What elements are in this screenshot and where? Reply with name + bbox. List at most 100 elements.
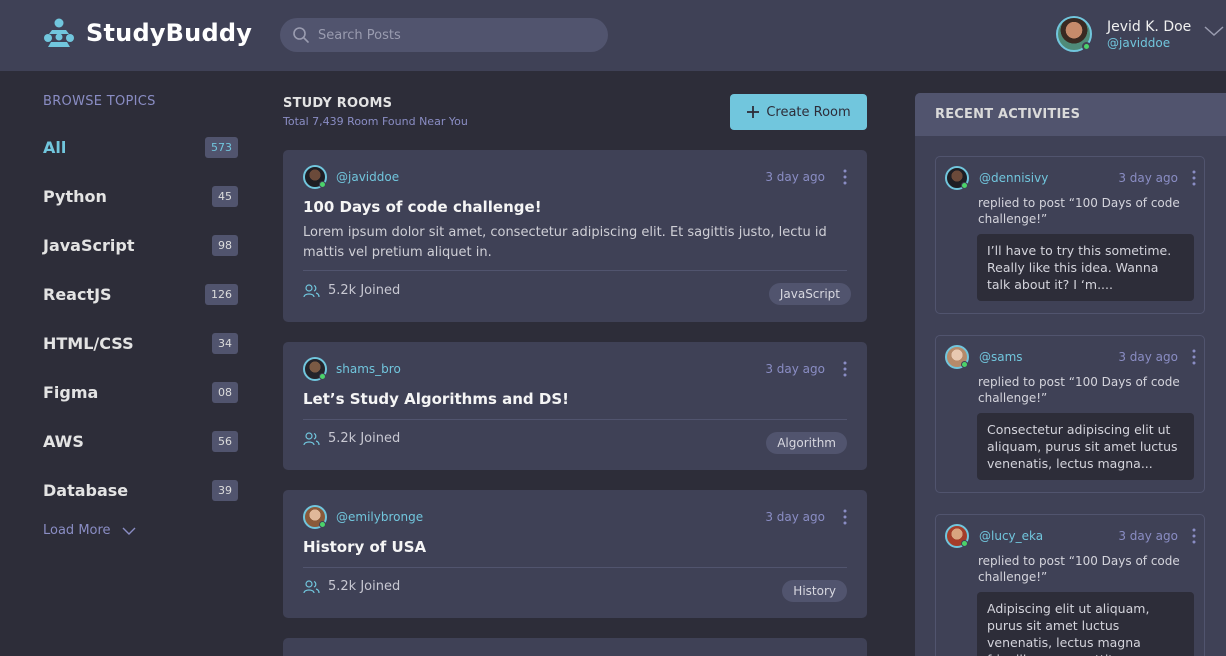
topic-item-html-css[interactable]: HTML/CSS 34 [43, 319, 238, 368]
more-options-icon[interactable] [843, 361, 847, 377]
online-status-icon [319, 521, 326, 528]
topic-item-figma[interactable]: Figma 08 [43, 368, 238, 417]
online-status-icon [961, 182, 968, 189]
user-menu[interactable]: Jevid K. Doe @javiddoe [1056, 16, 1225, 52]
avatar[interactable] [945, 345, 969, 369]
topic-list: All 573 Python 45 JavaScript 98 ReactJS … [43, 123, 238, 515]
avatar[interactable] [945, 166, 969, 190]
avatar[interactable] [303, 357, 327, 381]
room-title-link[interactable]: History of USA [303, 538, 426, 556]
activity-quote: Consectetur adipiscing elit ut aliquam, … [977, 413, 1194, 480]
avatar[interactable] [945, 524, 969, 548]
activity-timestamp: 3 day ago [1118, 529, 1178, 543]
topic-item-database[interactable]: Database 39 [43, 466, 238, 515]
activity-timestamp: 3 day ago [1118, 350, 1178, 364]
logo-icon [44, 18, 74, 47]
topic-tag[interactable]: JavaScript [768, 283, 851, 305]
top-header: StudyBuddy Jevid K. Doe @javiddoe [0, 0, 1226, 71]
activity-user-link[interactable]: @sams [979, 350, 1023, 364]
online-status-icon [319, 181, 326, 188]
divider [303, 567, 847, 568]
more-options-icon[interactable] [843, 509, 847, 525]
users-icon [303, 283, 320, 297]
room-host-link[interactable]: @javiddoe [336, 170, 399, 184]
topic-label: HTML/CSS [43, 334, 134, 353]
avatar[interactable] [303, 505, 327, 529]
joined-count: 5.2k Joined [328, 579, 401, 594]
room-card[interactable]: @javiddoe 3 day ago 100 Days of code cha… [283, 150, 867, 322]
room-header: @javiddoe 3 day ago [303, 165, 847, 189]
rooms-header: STUDY ROOMS Total 7,439 Room Found Near … [283, 94, 867, 130]
topic-count-badge: 56 [212, 431, 238, 452]
topic-count-badge: 98 [212, 235, 238, 256]
topic-tag[interactable]: Algorithm [766, 432, 847, 454]
room-card[interactable] [283, 638, 867, 656]
activity-text: replied to post “100 Days of code challe… [978, 196, 1180, 226]
room-host-link[interactable]: @emilybronge [336, 510, 423, 524]
activity-user-link[interactable]: @dennisivy [979, 171, 1048, 185]
avatar [1056, 16, 1092, 52]
create-room-button[interactable]: Create Room [730, 94, 867, 130]
more-options-icon[interactable] [1192, 528, 1196, 544]
chevron-down-icon[interactable] [1203, 24, 1225, 38]
topics-sidebar: BROWSE TOPICS All 573 Python 45 JavaScri… [43, 94, 238, 538]
online-status-icon [961, 361, 968, 368]
room-card[interactable]: shams_bro 3 day ago Let’s Study Algorith… [283, 342, 867, 470]
activity-header: @sams 3 day ago [945, 345, 1196, 369]
topic-count-badge: 45 [212, 186, 238, 207]
load-more-button[interactable]: Load More [43, 523, 238, 538]
app-name: StudyBuddy [86, 19, 253, 47]
chevron-down-icon [122, 527, 136, 535]
joined-count: 5.2k Joined [328, 283, 401, 298]
room-title-link[interactable]: 100 Days of code challenge! [303, 198, 542, 216]
topic-label: JavaScript [43, 236, 135, 255]
more-options-icon[interactable] [1192, 349, 1196, 365]
topic-item-reactjs[interactable]: ReactJS 126 [43, 270, 238, 319]
plus-icon [747, 106, 760, 118]
more-options-icon[interactable] [843, 169, 847, 185]
search-bar[interactable] [280, 18, 608, 52]
online-status-icon [961, 540, 968, 547]
topic-count-badge: 126 [205, 284, 238, 305]
room-description: Lorem ipsum dolor sit amet, consectetur … [303, 225, 827, 260]
room-timestamp: 3 day ago [765, 362, 825, 376]
room-timestamp: 3 day ago [765, 170, 825, 184]
topic-item-aws[interactable]: AWS 56 [43, 417, 238, 466]
search-icon [293, 27, 309, 43]
avatar[interactable] [303, 165, 327, 189]
sidebar-title: BROWSE TOPICS [43, 94, 156, 109]
online-status-icon [319, 373, 326, 380]
room-host-link[interactable]: shams_bro [336, 362, 401, 376]
room-timestamp: 3 day ago [765, 510, 825, 524]
room-participants: 5.2k Joined [303, 579, 400, 594]
room-participants: 5.2k Joined [303, 283, 400, 298]
activity-item: @sams 3 day ago replied to post “100 Day… [935, 335, 1205, 493]
users-icon [303, 431, 320, 445]
user-handle: @javiddoe [1107, 35, 1171, 50]
topic-count-badge: 39 [212, 480, 238, 501]
topic-item-python[interactable]: Python 45 [43, 172, 238, 221]
topic-item-all[interactable]: All 573 [43, 123, 238, 172]
activity-quote: I’ll have to try this sometime. Really l… [977, 234, 1194, 301]
app-logo[interactable]: StudyBuddy [42, 16, 252, 50]
search-input[interactable] [318, 27, 588, 43]
activity-panel-title: RECENT ACTIVITIES [915, 93, 1226, 136]
divider [303, 419, 847, 420]
room-card[interactable]: @emilybronge 3 day ago History of USA 5.… [283, 490, 867, 618]
activity-header: @dennisivy 3 day ago [945, 166, 1196, 190]
topic-count-badge: 08 [212, 382, 238, 403]
activity-header: @lucy_eka 3 day ago [945, 524, 1196, 548]
topic-tag[interactable]: History [782, 580, 847, 602]
room-header: shams_bro 3 day ago [303, 357, 847, 381]
topic-label: Database [43, 481, 129, 500]
create-room-label: Create Room [766, 104, 851, 120]
activity-item: @dennisivy 3 day ago replied to post “10… [935, 156, 1205, 314]
room-header: @emilybronge 3 day ago [303, 505, 847, 529]
activity-text: replied to post “100 Days of code challe… [978, 554, 1180, 584]
topic-item-javascript[interactable]: JavaScript 98 [43, 221, 238, 270]
topic-label: Python [43, 187, 107, 206]
room-title-link[interactable]: Let’s Study Algorithms and DS! [303, 390, 569, 408]
more-options-icon[interactable] [1192, 170, 1196, 186]
recent-activities-panel: RECENT ACTIVITIES @dennisivy 3 day ago r… [915, 93, 1226, 656]
activity-user-link[interactable]: @lucy_eka [979, 529, 1043, 543]
